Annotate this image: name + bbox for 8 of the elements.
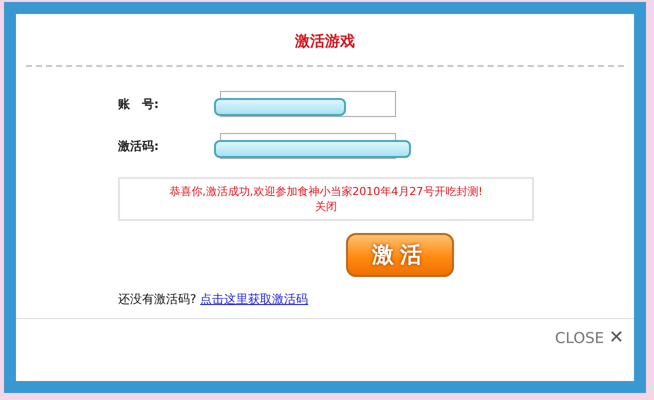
- close-button[interactable]: CLOSE ✕: [555, 327, 624, 348]
- footer-prompt: 还没有激活码?: [118, 292, 196, 306]
- field-label: 账 号:: [118, 96, 160, 112]
- get-code-link[interactable]: 点击这里获取激活码: [200, 292, 308, 306]
- field-label: 激活码:: [118, 138, 160, 154]
- success-message: 恭喜你,激活成功,欢迎参加食神小当家2010年4月27号开吃封测!: [169, 184, 483, 199]
- close-link[interactable]: 关闭: [315, 199, 337, 214]
- dialog-title: 激活游戏: [294, 32, 356, 51]
